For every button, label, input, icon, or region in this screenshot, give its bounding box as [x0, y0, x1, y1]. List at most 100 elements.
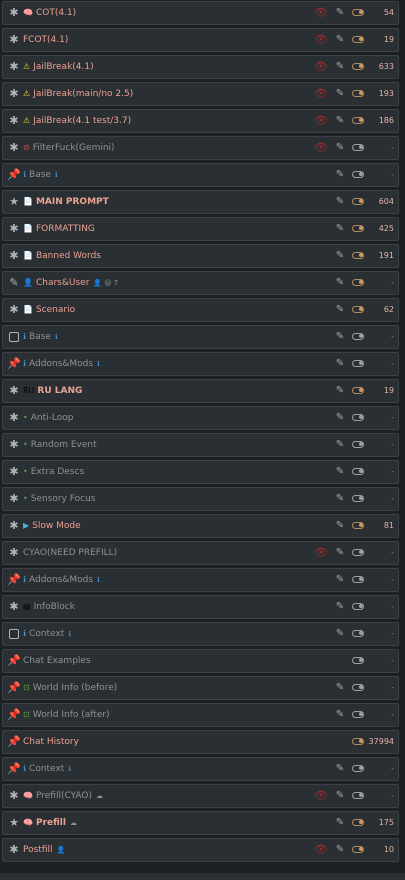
eye-off-icon[interactable]: 👁 — [314, 547, 328, 559]
prompt-row[interactable]: ✱ • Anti-Loop ✎ - — [2, 406, 399, 430]
enable-toggle[interactable] — [352, 549, 364, 556]
drag-asterisk-icon[interactable]: ✱ — [7, 465, 21, 479]
edit-pencil-icon[interactable]: ✎ — [334, 358, 346, 370]
drag-asterisk-icon[interactable]: ✱ — [7, 519, 21, 533]
drag-asterisk-icon[interactable]: ✱ — [7, 492, 21, 506]
pin-icon[interactable]: 📌 — [7, 573, 21, 587]
edit-pencil-icon[interactable]: ✎ — [334, 547, 346, 559]
pin-icon[interactable]: 📌 — [7, 708, 21, 722]
prompt-label[interactable]: Chat History — [23, 731, 79, 753]
eye-off-icon[interactable]: 👁 — [314, 7, 328, 19]
enable-toggle[interactable] — [352, 819, 364, 826]
drag-asterisk-icon[interactable]: ✱ — [7, 222, 21, 236]
eye-off-icon[interactable]: 👁 — [314, 790, 328, 802]
drag-asterisk-icon[interactable]: ✱ — [7, 384, 21, 398]
edit-pencil-icon[interactable]: ✎ — [334, 709, 346, 721]
prompt-row[interactable]: ℹ Base ℹ ✎ - — [2, 325, 399, 349]
edit-pencil-icon[interactable]: ✎ — [334, 844, 346, 856]
prompt-label[interactable]: • Random Event — [23, 434, 97, 456]
edit-pencil-icon[interactable]: ✎ — [334, 331, 346, 343]
edit-pencil-icon[interactable]: ✎ — [334, 817, 346, 829]
edit-pencil-icon[interactable]: ✎ — [334, 223, 346, 235]
enable-toggle[interactable] — [352, 171, 364, 178]
prompt-label[interactable]: ℹ Base ℹ — [23, 326, 58, 348]
eye-off-icon[interactable]: 👁 — [314, 142, 328, 154]
drag-asterisk-icon[interactable]: ✱ — [7, 843, 21, 857]
edit-pencil-icon[interactable]: ✎ — [334, 34, 346, 46]
prompt-label[interactable]: ⊘ FilterFuck(Gemini) — [23, 137, 115, 159]
enable-toggle[interactable] — [352, 414, 364, 421]
prompt-label[interactable]: 📄 FORMATTING — [23, 218, 95, 240]
prompt-row[interactable]: ✱ 📄 Scenario ✎ 62 — [2, 298, 399, 322]
star-icon[interactable]: ★ — [7, 816, 21, 830]
enable-toggle[interactable] — [352, 576, 364, 583]
prompt-label[interactable]: 🧠 Prefill ☁ — [23, 812, 77, 834]
edit-pencil-icon[interactable]: ✎ — [334, 169, 346, 181]
drag-asterisk-icon[interactable]: ✱ — [7, 6, 21, 20]
prompt-row[interactable]: ✱ RU RU LANG ✎ 19 — [2, 379, 399, 403]
enable-toggle[interactable] — [352, 738, 364, 745]
prompt-label[interactable]: ℹ Context ℹ — [23, 623, 71, 645]
prompt-label[interactable]: ℹ Addons&Mods ℹ — [23, 353, 100, 375]
enable-toggle[interactable] — [352, 468, 364, 475]
eye-off-icon[interactable]: 👁 — [314, 61, 328, 73]
edit-pencil-icon[interactable]: ✎ — [334, 385, 346, 397]
enable-toggle[interactable] — [352, 306, 364, 313]
prompt-label[interactable]: 📄 MAIN PROMPT — [23, 191, 109, 213]
enable-toggle[interactable] — [352, 792, 364, 799]
prompt-row[interactable]: 📌 ⊡ World Info (before) ✎ - — [2, 676, 399, 700]
enable-toggle[interactable] — [352, 387, 364, 394]
enable-toggle[interactable] — [352, 765, 364, 772]
prompt-row[interactable]: 📌 Chat Examples - — [2, 649, 399, 673]
edit-pencil-icon[interactable]: ✎ — [334, 466, 346, 478]
enable-toggle[interactable] — [352, 63, 364, 70]
enable-toggle[interactable] — [352, 441, 364, 448]
prompt-row[interactable]: 📌 ℹ Addons&Mods ℹ ✎ - — [2, 568, 399, 592]
eye-off-icon[interactable]: 👁 — [314, 34, 328, 46]
edit-pencil-icon[interactable]: ✎ — [334, 7, 346, 19]
drag-asterisk-icon[interactable]: ✱ — [7, 600, 21, 614]
drag-asterisk-icon[interactable]: ✱ — [7, 411, 21, 425]
edit-pencil-icon[interactable]: ✎ — [334, 277, 346, 289]
eye-off-icon[interactable]: 👁 — [314, 115, 328, 127]
edit-pencil-icon[interactable]: ✎ — [334, 520, 346, 532]
prompt-label[interactable]: 👤 Chars&User 👤 @ 7 — [23, 272, 118, 294]
pin-icon[interactable]: 📌 — [7, 735, 21, 749]
drag-asterisk-icon[interactable]: ✱ — [7, 303, 21, 317]
enable-toggle[interactable] — [352, 360, 364, 367]
edit-pencil-icon[interactable]: ✎ — [334, 493, 346, 505]
prompt-label[interactable]: ⊡ World Info (after) — [23, 704, 110, 726]
prompt-row[interactable]: ✎ 👤 Chars&User 👤 @ 7 ✎ - — [2, 271, 399, 295]
enable-toggle[interactable] — [352, 117, 364, 124]
pin-icon[interactable]: 📌 — [7, 654, 21, 668]
prompt-label[interactable]: ℹ Context ℹ — [23, 758, 71, 780]
prompt-label[interactable]: ⚠ JailBreak(main/no 2.5) — [23, 83, 133, 105]
collapse-box-icon[interactable] — [7, 627, 21, 641]
enable-toggle[interactable] — [352, 198, 364, 205]
edit-pencil-icon[interactable]: ✎ — [334, 790, 346, 802]
prompt-row[interactable]: ★ 🧠 Prefill ☁ ✎ 175 — [2, 811, 399, 835]
prompt-row[interactable]: ✱ ⚠ JailBreak(4.1) 👁 ✎ 633 — [2, 55, 399, 79]
prompt-label[interactable]: 📄 Scenario — [23, 299, 75, 321]
edit-pencil-icon[interactable]: ✎ — [334, 439, 346, 451]
prompt-row[interactable]: ✱ • Sensory Focus ✎ - — [2, 487, 399, 511]
prompt-row[interactable]: ✱ Postfill 👤 👁 ✎ 10 — [2, 838, 399, 862]
prompt-row[interactable]: 📌 ℹ Context ℹ ✎ - — [2, 757, 399, 781]
prompt-row[interactable]: ✱ 🧠 Prefill(CYAO) ☁ 👁 ✎ - — [2, 784, 399, 808]
drag-asterisk-icon[interactable]: ✱ — [7, 438, 21, 452]
edit-pencil-icon[interactable]: ✎ — [334, 196, 346, 208]
prompt-label[interactable]: Postfill 👤 — [23, 839, 65, 861]
pencil-icon[interactable]: ✎ — [7, 276, 21, 290]
edit-pencil-icon[interactable]: ✎ — [334, 763, 346, 775]
prompt-row[interactable]: ✱ CYAO(NEED PREFILL) 👁 ✎ - — [2, 541, 399, 565]
prompt-row[interactable]: ℹ Context ℹ ✎ - — [2, 622, 399, 646]
enable-toggle[interactable] — [352, 846, 364, 853]
prompt-row[interactable]: ★ 📄 MAIN PROMPT ✎ 604 — [2, 190, 399, 214]
prompt-row[interactable]: ✱ ▤ InfoBlock ✎ - — [2, 595, 399, 619]
prompt-label[interactable]: RU RU LANG — [23, 380, 82, 402]
drag-asterisk-icon[interactable]: ✱ — [7, 141, 21, 155]
prompt-label[interactable]: • Extra Descs — [23, 461, 84, 483]
edit-pencil-icon[interactable]: ✎ — [334, 601, 346, 613]
eye-off-icon[interactable]: 👁 — [314, 88, 328, 100]
pin-icon[interactable]: 📌 — [7, 168, 21, 182]
